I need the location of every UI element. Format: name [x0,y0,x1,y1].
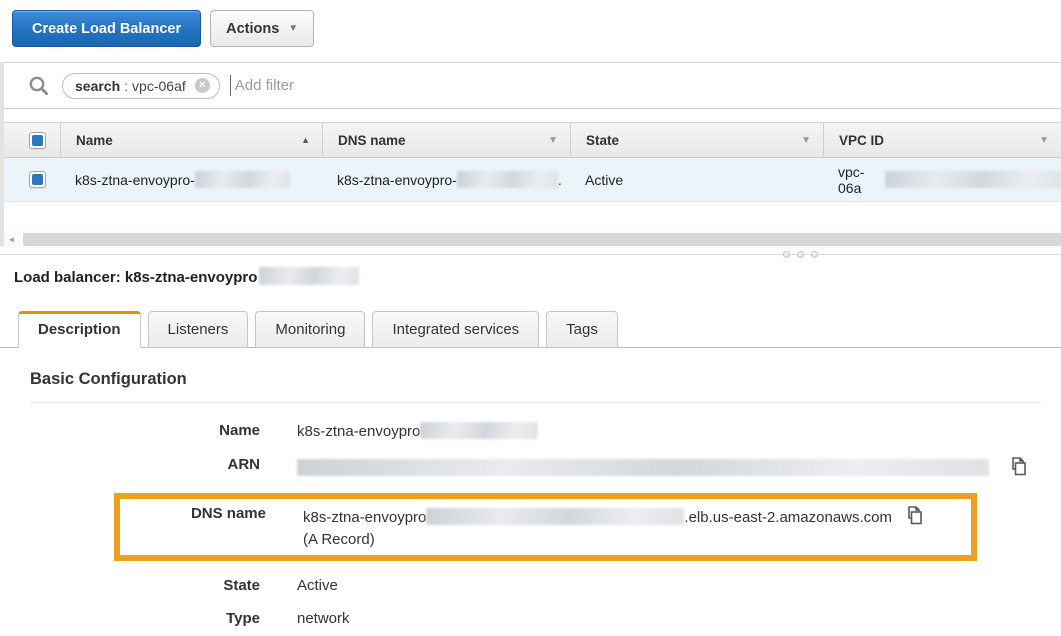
cell-vpc-id: vpc-06a [823,164,1061,196]
field-name: Name k8s-ztna-envoypro [0,422,1061,440]
cell-dns-name: k8s-ztna-envoypro-. [322,171,570,188]
redacted-text [297,459,989,476]
detail-pane-heading: Load balancer: k8s-ztna-envoypro [14,267,1061,286]
column-dropdown-icon: ▼ [1039,134,1049,146]
heading-text: Load balancer: k8s-ztna-envoypro [14,269,258,286]
toolbar: Create Load Balancer Actions ▼ [0,0,1061,47]
filter-tag-key: search [75,77,121,94]
column-header-vpc-id[interactable]: VPC ID ▼ [823,123,1061,157]
redacted-text [456,171,558,188]
field-label: DNS name [190,505,266,522]
column-header-name[interactable]: Name ▲ [60,123,322,157]
column-header-dns-name[interactable]: DNS name ▼ [322,123,570,157]
dns-tail: . [557,171,562,188]
row-checkbox[interactable] [29,171,46,188]
dns-value-prefix: k8s-ztna-envoypro [303,509,427,526]
cell-name: k8s-ztna-envoypro- [60,171,322,188]
field-label: Name [219,422,260,439]
field-value: k8s-ztna-envoypro [297,422,539,440]
field-state: State Active [0,577,1061,594]
column-label: Name [76,132,113,148]
section-title: Basic Configuration [30,370,1041,403]
column-dropdown-icon: ▼ [548,134,558,146]
tab-monitoring[interactable]: Monitoring [255,311,366,348]
horizontal-scrollbar: ◄ [0,231,1061,248]
column-label: State [586,132,620,148]
field-label: ARN [227,456,261,473]
redacted-text [259,267,360,285]
tab-description[interactable]: Description [18,311,141,348]
dns-highlight-box: DNS name k8s-ztna-envoypro .elb.us-east-2… [114,493,977,561]
search-filter-tag[interactable]: search : vpc-06af × [62,72,220,99]
field-type: Type network [0,610,1061,627]
basic-configuration-fields: Name k8s-ztna-envoypro ARN DNS name k8s-… [0,422,1061,627]
field-value [297,456,1028,477]
remove-filter-icon[interactable]: × [194,78,210,93]
redacted-text [426,508,685,525]
pane-resize-handle[interactable] [783,251,818,258]
handle-dot-icon [797,251,804,258]
redacted-text [885,171,1061,188]
sort-asc-icon: ▲ [301,135,310,145]
select-all-checkbox-cell [0,123,60,157]
pane-divider [0,251,1061,258]
dns-value-line: k8s-ztna-envoypro .elb.us-east-2.amazonaw… [303,505,924,526]
name-text: k8s-ztna-envoypro- [75,171,195,188]
panel-edge [0,62,4,246]
column-label: VPC ID [839,132,885,148]
field-dns-name: DNS name k8s-ztna-envoypro .elb.us-east-2… [120,505,971,548]
dns-value-suffix: .elb.us-east-2.amazonaws.com [684,509,892,526]
filter-tag-separator: : [124,77,129,94]
table-row[interactable]: k8s-ztna-envoypro- k8s-ztna-envoypro-. A… [0,158,1061,202]
column-dropdown-icon: ▼ [801,134,811,146]
text-caret [229,75,231,96]
handle-dot-icon [811,251,818,258]
actions-button-label: Actions [226,20,280,37]
redacted-text [420,422,539,439]
chevron-down-icon: ▼ [288,22,299,34]
cell-state: Active [570,172,823,188]
field-value: Active [297,577,338,594]
copy-icon[interactable] [1007,456,1028,477]
name-value-text: k8s-ztna-envoypro [297,423,421,440]
filter-bar: search : vpc-06af × [0,62,1061,109]
tab-listeners[interactable]: Listeners [147,311,249,348]
tab-integrated-services[interactable]: Integrated services [372,311,540,348]
handle-dot-icon [783,251,790,258]
dns-text: k8s-ztna-envoypro- [337,171,457,188]
field-arn: ARN [0,456,1061,477]
add-filter-input[interactable] [234,77,535,94]
search-icon [28,75,49,96]
select-all-checkbox[interactable] [29,131,46,149]
field-value: network [297,610,350,627]
table-header: Name ▲ DNS name ▼ State ▼ VPC ID ▼ [0,123,1061,158]
dns-record-type: (A Record) [303,531,375,548]
state-text: Active [585,171,624,188]
field-label: Type [226,610,260,627]
column-label: DNS name [338,132,406,148]
filter-tag-value: vpc-06af [132,77,186,94]
tab-tags[interactable]: Tags [546,311,618,348]
redacted-text [194,171,290,188]
row-checkbox-cell [0,171,60,188]
field-value: k8s-ztna-envoypro .elb.us-east-2.amazonaw… [303,505,924,548]
vpc-text: vpc-06a [838,163,865,196]
actions-button[interactable]: Actions ▼ [210,10,315,47]
load-balancer-table: Name ▲ DNS name ▼ State ▼ VPC ID ▼ k8s-z… [0,122,1061,202]
aws-console-load-balancers: Create Load Balancer Actions ▼ search : … [0,0,1061,636]
copy-icon[interactable] [903,505,924,526]
field-label: State [223,577,260,594]
create-load-balancer-button[interactable]: Create Load Balancer [12,10,202,47]
column-header-state[interactable]: State ▼ [570,123,823,157]
scrollbar-thumb[interactable] [23,233,1061,246]
detail-tabs: Description Listeners Monitoring Integra… [0,311,1061,348]
